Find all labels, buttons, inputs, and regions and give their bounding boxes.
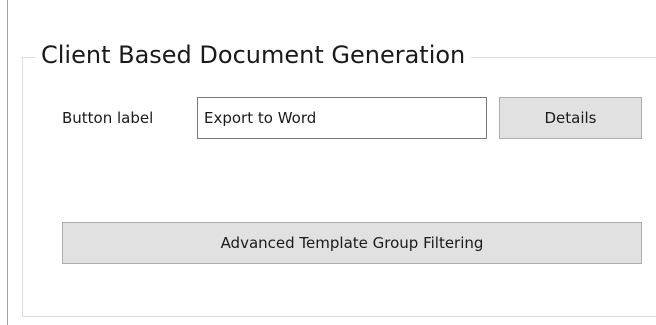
details-button[interactable]: Details <box>499 97 642 139</box>
settings-panel: Client Based Document Generation Button … <box>0 0 656 325</box>
groupbox-title: Client Based Document Generation <box>35 37 472 73</box>
advanced-template-group-filtering-button[interactable]: Advanced Template Group Filtering <box>62 222 642 264</box>
button-label-input[interactable]: Export to Word <box>197 97 487 139</box>
document-generation-groupbox <box>22 57 656 317</box>
button-label-caption: Button label <box>62 109 154 127</box>
panel-edge <box>7 0 8 325</box>
